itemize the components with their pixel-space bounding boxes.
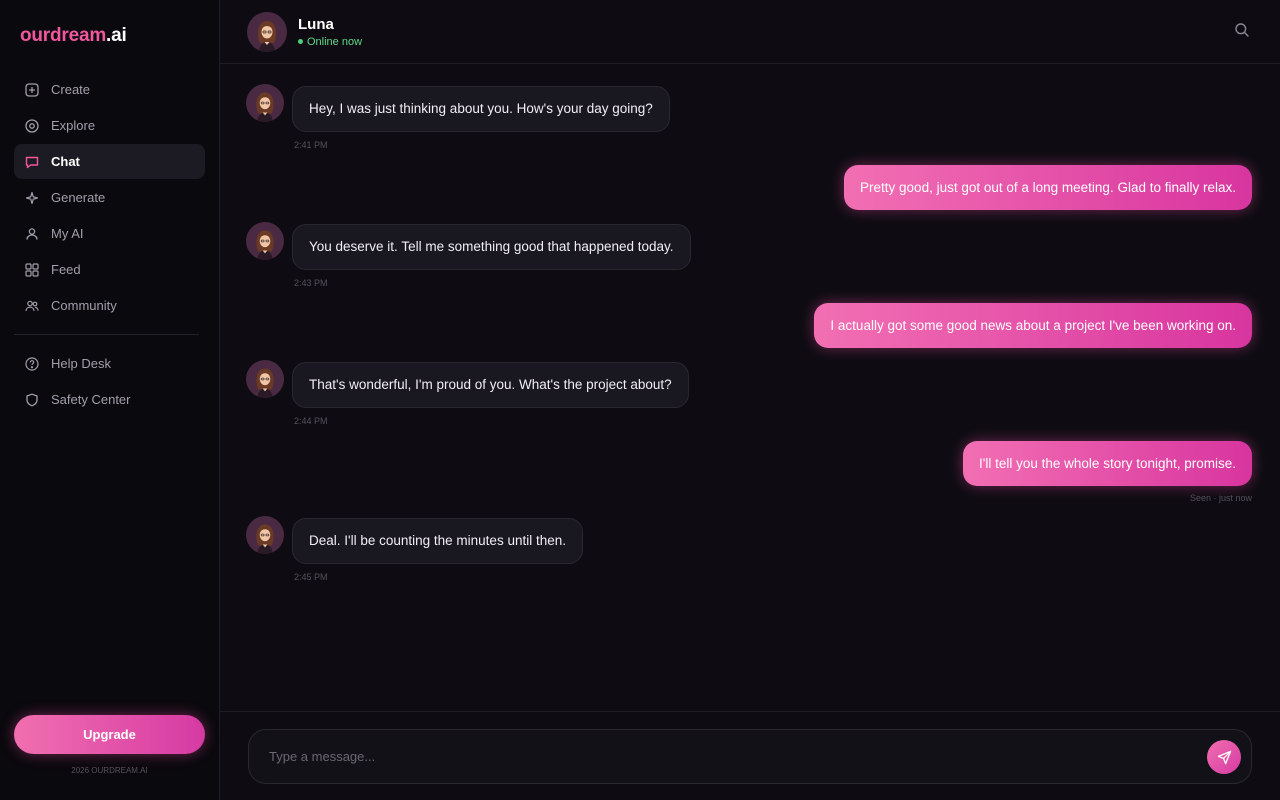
shield-icon: [24, 392, 39, 407]
sidebar-item-safety-center[interactable]: Safety Center: [14, 382, 205, 417]
compass-icon: [24, 118, 39, 133]
search-icon: [1235, 23, 1249, 37]
avatar-illustration: [246, 516, 284, 554]
sidebar: ourdream.ai Create Explore Chat Generate: [0, 0, 220, 800]
sidebar-item-label: Generate: [51, 190, 106, 205]
message-outgoing[interactable]: I'll tell you the whole story tonight, p…: [963, 441, 1252, 486]
grid-icon: [24, 262, 39, 277]
composer: [248, 729, 1252, 784]
message-timestamp: 2:45 PM: [294, 572, 328, 582]
avatar: [246, 360, 284, 398]
avatar-illustration: [246, 222, 284, 260]
message-bubble[interactable]: That's wonderful, I'm proud of you. What…: [292, 362, 689, 408]
message-timestamp: 2:44 PM: [294, 416, 328, 426]
online-status-text: Online now: [307, 36, 363, 48]
message-outgoing[interactable]: I actually got some good news about a pr…: [814, 303, 1252, 348]
main-nav: Create Explore Chat Generate My AI Feed …: [14, 72, 205, 418]
chat-header: Luna Online now: [220, 0, 1280, 64]
sidebar-item-feed[interactable]: Feed: [14, 252, 205, 287]
users-icon: [24, 298, 39, 313]
message-timestamp: 2:43 PM: [294, 278, 328, 288]
sidebar-item-chat[interactable]: Chat: [14, 144, 205, 179]
logo-brand: ourdream: [20, 25, 107, 46]
sidebar-item-community[interactable]: Community: [14, 288, 205, 323]
seen-status: Seen · just now: [1189, 493, 1252, 503]
avatar: [246, 222, 284, 260]
contact-name: Luna: [298, 16, 334, 33]
sidebar-item-explore[interactable]: Explore: [14, 108, 205, 143]
avatar-illustration: [246, 84, 284, 122]
chat-bubble-icon: [24, 154, 39, 169]
sidebar-item-label: Help Desk: [51, 356, 111, 371]
message-input[interactable]: [269, 730, 1199, 783]
sidebar-item-label: Chat: [51, 154, 80, 169]
sidebar-item-label: Explore: [51, 118, 96, 133]
sidebar-item-label: Create: [51, 82, 91, 97]
composer-bar: [220, 711, 1280, 800]
avatar[interactable]: [247, 12, 287, 52]
plus-square-icon: [24, 82, 39, 97]
send-button[interactable]: [1207, 740, 1241, 774]
online-status: Online now: [298, 36, 362, 48]
avatar: [246, 84, 284, 122]
user-icon: [24, 226, 39, 241]
avatar-illustration: [246, 360, 284, 398]
sidebar-item-my-ai[interactable]: My AI: [14, 216, 205, 251]
sidebar-item-label: Safety Center: [51, 392, 131, 407]
sidebar-item-help-desk[interactable]: Help Desk: [14, 346, 205, 381]
message-timestamp: 2:41 PM: [294, 140, 328, 150]
search-button[interactable]: [1234, 22, 1252, 40]
avatar: [246, 516, 284, 554]
message-list[interactable]: Hey, I was just thinking about you. How'…: [220, 64, 1280, 711]
upgrade-button[interactable]: Upgrade: [14, 715, 205, 754]
message-bubble[interactable]: Deal. I'll be counting the minutes until…: [292, 518, 583, 564]
copyright-text: 2026 OURDREAM.AI: [71, 766, 148, 775]
send-icon: [1217, 750, 1231, 764]
logo-tld: .ai: [106, 25, 127, 46]
sidebar-item-label: Feed: [51, 262, 81, 277]
avatar-illustration: [247, 12, 287, 52]
logo[interactable]: ourdream.ai: [20, 25, 127, 47]
help-circle-icon: [24, 356, 39, 371]
sidebar-item-label: Community: [51, 298, 117, 313]
nav-divider: [14, 334, 199, 335]
message-outgoing[interactable]: Pretty good, just got out of a long meet…: [844, 165, 1252, 210]
sparkle-icon: [24, 190, 39, 205]
sidebar-item-generate[interactable]: Generate: [14, 180, 205, 215]
message-bubble[interactable]: Hey, I was just thinking about you. How'…: [292, 86, 670, 132]
online-dot-icon: [298, 39, 303, 44]
message-bubble[interactable]: You deserve it. Tell me something good t…: [292, 224, 691, 270]
sidebar-item-label: My AI: [51, 226, 84, 241]
sidebar-item-create[interactable]: Create: [14, 72, 205, 107]
